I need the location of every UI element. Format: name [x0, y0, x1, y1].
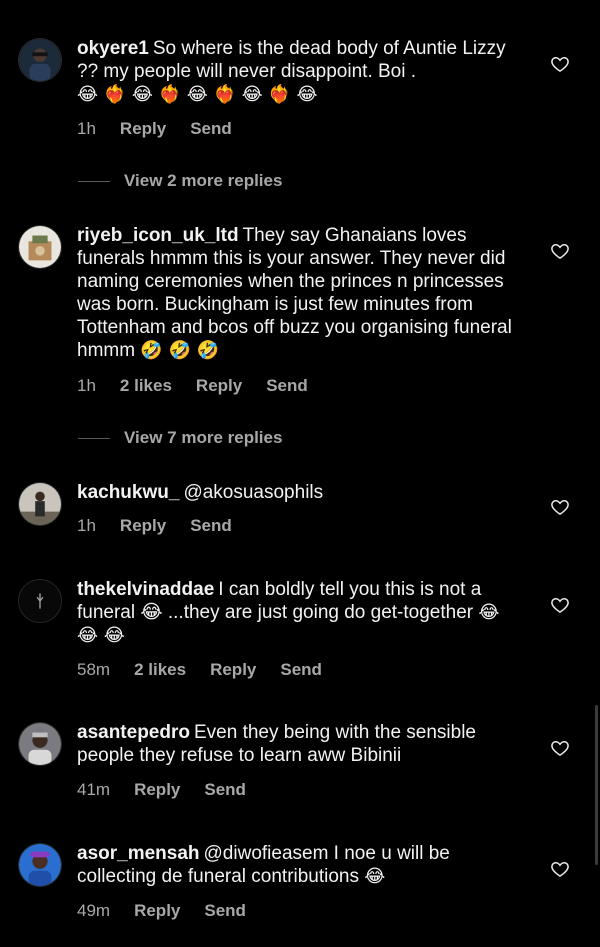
- scrollbar[interactable]: [595, 705, 598, 865]
- avatar-photo-icon: [19, 483, 61, 525]
- like-button[interactable]: [550, 54, 570, 74]
- like-button[interactable]: [550, 859, 570, 879]
- send-button[interactable]: Send: [204, 901, 246, 921]
- comment-body: asantepedro Even they being with the sens…: [77, 721, 517, 767]
- comment-body: okyere1 So where is the dead body of Aunt…: [77, 37, 517, 106]
- avatar-photo-icon: [19, 844, 61, 886]
- comment-emojis: 😂 ❤️‍🔥 😂 ❤️‍🔥 😂 ❤️‍🔥 😂 ❤️‍🔥 😂: [77, 84, 318, 105]
- reply-button[interactable]: Reply: [120, 119, 166, 139]
- heart-outline-icon: [551, 740, 569, 756]
- avatar-photo-icon: [19, 226, 61, 268]
- reply-button[interactable]: Reply: [134, 901, 180, 921]
- avatar-photo-icon: [19, 723, 61, 765]
- username[interactable]: okyere1: [77, 38, 149, 59]
- timestamp: 41m: [77, 780, 111, 799]
- timestamp: 1h: [77, 516, 96, 535]
- timestamp: 49m: [77, 901, 111, 920]
- avatar[interactable]: [18, 579, 62, 623]
- divider: [78, 180, 110, 182]
- send-button[interactable]: Send: [280, 660, 322, 680]
- heart-outline-icon: [551, 56, 569, 72]
- avatar-photo-icon: [19, 580, 61, 622]
- view-replies-label: View 2 more replies: [124, 171, 283, 190]
- like-button[interactable]: [550, 241, 570, 261]
- avatar[interactable]: [18, 722, 62, 766]
- likes-count[interactable]: 2 likes: [120, 376, 172, 396]
- send-button[interactable]: Send: [190, 516, 232, 536]
- comment-body: riyeb_icon_uk_ltd They say Ghanaians love…: [77, 224, 517, 362]
- like-button[interactable]: [550, 738, 570, 758]
- view-more-replies[interactable]: View 2 more replies: [78, 171, 282, 191]
- heart-outline-icon: [551, 597, 569, 613]
- divider: [78, 437, 110, 439]
- comment-meta: 1h Reply Send: [77, 119, 232, 139]
- username[interactable]: thekelvinaddae: [77, 579, 214, 600]
- reply-button[interactable]: Reply: [210, 660, 256, 680]
- avatar[interactable]: [18, 843, 62, 887]
- avatar[interactable]: [18, 482, 62, 526]
- timestamp: 58m: [77, 660, 111, 679]
- heart-outline-icon: [551, 499, 569, 515]
- avatar[interactable]: [18, 225, 62, 269]
- timestamp: 1h: [77, 119, 96, 138]
- comment-body: kachukwu_ @akosuasophils: [77, 481, 517, 504]
- comment-meta: 41m Reply Send: [77, 780, 246, 800]
- comment-meta: 49m Reply Send: [77, 901, 246, 921]
- heart-outline-icon: [551, 861, 569, 877]
- send-button[interactable]: Send: [266, 376, 308, 396]
- likes-count[interactable]: 2 likes: [134, 660, 186, 680]
- comment-meta: 1h Reply Send: [77, 516, 232, 536]
- send-button[interactable]: Send: [204, 780, 246, 800]
- username[interactable]: kachukwu_: [77, 482, 179, 503]
- view-replies-label: View 7 more replies: [124, 428, 283, 447]
- comment-meta: 1h 2 likes Reply Send: [77, 376, 308, 396]
- username[interactable]: riyeb_icon_uk_ltd: [77, 225, 239, 246]
- avatar-photo-icon: [19, 39, 61, 81]
- reply-button[interactable]: Reply: [196, 376, 242, 396]
- reply-button[interactable]: Reply: [120, 516, 166, 536]
- timestamp: 1h: [77, 376, 96, 395]
- comment-emojis: 😂: [364, 866, 386, 887]
- username[interactable]: asantepedro: [77, 722, 190, 743]
- view-more-replies[interactable]: View 7 more replies: [78, 428, 282, 448]
- reply-button[interactable]: Reply: [134, 780, 180, 800]
- send-button[interactable]: Send: [190, 119, 232, 139]
- comment-emojis: 🤣 🤣 🤣: [140, 340, 220, 361]
- heart-outline-icon: [551, 243, 569, 259]
- comment-meta: 58m 2 likes Reply Send: [77, 660, 322, 680]
- comment-body: thekelvinaddae I can boldly tell you this…: [77, 578, 517, 647]
- avatar[interactable]: [18, 38, 62, 82]
- comment-text: @akosuasophils: [183, 482, 324, 503]
- username[interactable]: asor_mensah: [77, 843, 200, 864]
- like-button[interactable]: [550, 595, 570, 615]
- comment-body: asor_mensah @diwofieasem I noe u will be …: [77, 842, 517, 888]
- like-button[interactable]: [550, 497, 570, 517]
